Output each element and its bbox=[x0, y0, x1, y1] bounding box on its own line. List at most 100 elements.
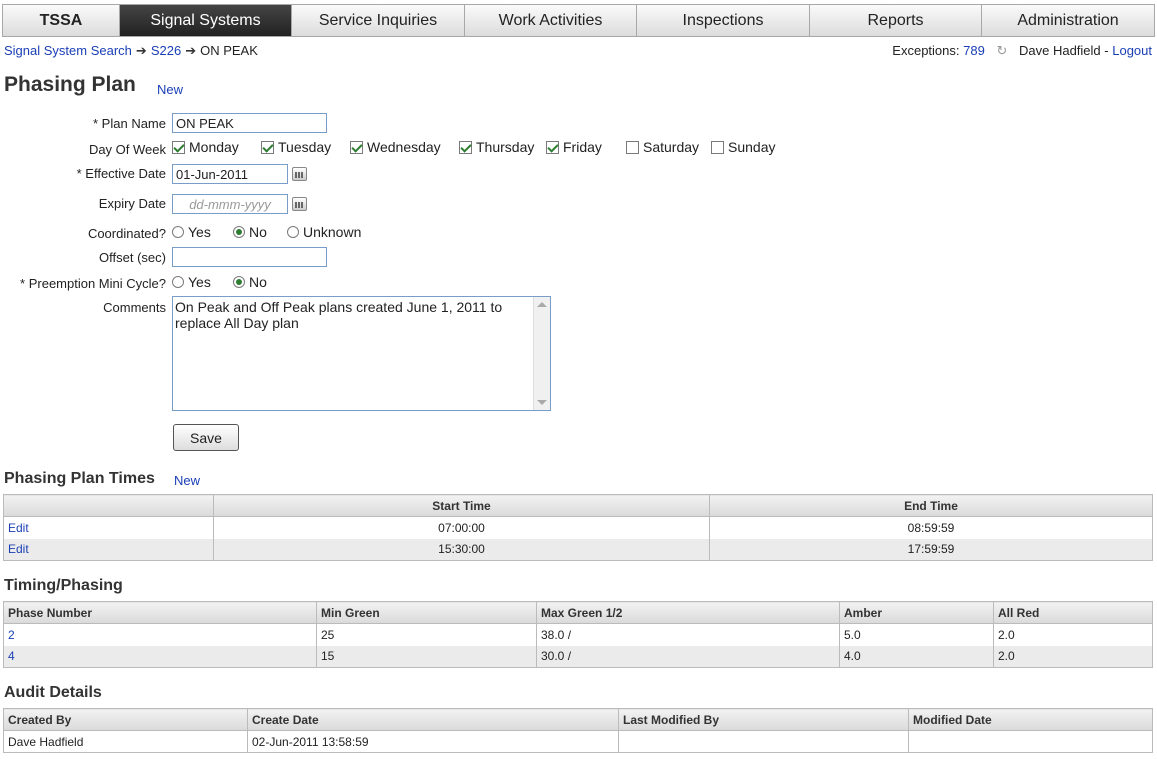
comments-textarea[interactable]: On Peak and Off Peak plans created June … bbox=[172, 296, 551, 411]
day-label: Tuesday bbox=[278, 139, 332, 155]
saturday-checkbox[interactable] bbox=[626, 140, 639, 154]
tab-service-inquiries[interactable]: Service Inquiries bbox=[292, 5, 465, 36]
preemption-no[interactable]: No bbox=[233, 274, 267, 290]
column-header-end-time[interactable]: End Time bbox=[709, 494, 1153, 517]
effective-date-calendar-icon[interactable] bbox=[292, 167, 307, 181]
plan-name-label: * Plan Name bbox=[93, 116, 166, 131]
day-label: Wednesday bbox=[367, 139, 441, 155]
day-label: Sunday bbox=[728, 139, 776, 155]
created-by-cell: Dave Hadfield bbox=[3, 730, 248, 753]
new-plan-link[interactable]: New bbox=[157, 82, 183, 97]
phase-number-link[interactable]: 2 bbox=[8, 628, 15, 642]
day-thursday[interactable]: Thursday bbox=[459, 139, 546, 155]
breadcrumb-current: ON PEAK bbox=[200, 43, 258, 58]
tab-inspections[interactable]: Inspections bbox=[637, 5, 810, 36]
max-green-cell: 38.0 / bbox=[536, 623, 840, 646]
day-friday[interactable]: Friday bbox=[546, 139, 626, 155]
wednesday-checkbox[interactable] bbox=[350, 140, 363, 154]
tuesday-checkbox[interactable] bbox=[261, 140, 274, 154]
expiry-date-input[interactable] bbox=[172, 194, 288, 214]
edit-link[interactable]: Edit bbox=[8, 521, 29, 535]
page-title: Phasing Plan bbox=[4, 73, 136, 96]
day-sunday[interactable]: Sunday bbox=[711, 139, 775, 155]
plan-times-title: Phasing Plan Times bbox=[4, 470, 155, 487]
brand-logo[interactable]: TSSA bbox=[3, 5, 120, 36]
tab-administration[interactable]: Administration bbox=[982, 5, 1154, 36]
coordinated-group: Yes No Unknown bbox=[172, 224, 361, 240]
column-header-start-time[interactable]: Start Time bbox=[213, 494, 710, 517]
option-label: Yes bbox=[188, 224, 211, 240]
coordinated-no[interactable]: No bbox=[233, 224, 287, 240]
preemption-no-radio[interactable] bbox=[233, 276, 245, 288]
thursday-checkbox[interactable] bbox=[459, 140, 472, 154]
table-row: 4 15 30.0 / 4.0 2.0 bbox=[3, 645, 1153, 668]
day-of-week-group: Monday Tuesday Wednesday Thursday Friday… bbox=[172, 139, 775, 155]
coordinated-no-radio[interactable] bbox=[233, 226, 245, 238]
column-header bbox=[3, 494, 214, 517]
breadcrumb-signal-system-search[interactable]: Signal System Search bbox=[4, 43, 132, 58]
scroll-up-icon[interactable] bbox=[537, 302, 547, 307]
column-header-created-by: Created By bbox=[3, 708, 248, 731]
column-header-max-green[interactable]: Max Green 1/2 bbox=[536, 601, 840, 624]
table-header-row: Start Time End Time bbox=[3, 494, 1153, 517]
new-plan-time-link[interactable]: New bbox=[174, 473, 200, 488]
table-row: Edit 15:30:00 17:59:59 bbox=[3, 538, 1153, 561]
breadcrumb-arrow-icon: ➔ bbox=[135, 43, 147, 58]
plan-name-input[interactable] bbox=[172, 113, 327, 133]
offset-label: Offset (sec) bbox=[99, 250, 166, 265]
day-label: Saturday bbox=[643, 139, 700, 155]
coordinated-unknown-radio[interactable] bbox=[287, 226, 299, 238]
max-green-cell: 30.0 / bbox=[536, 645, 840, 668]
effective-date-input[interactable] bbox=[172, 164, 288, 184]
day-monday[interactable]: Monday bbox=[172, 139, 261, 155]
preemption-yes-radio[interactable] bbox=[172, 276, 184, 288]
amber-cell: 5.0 bbox=[839, 623, 994, 646]
table-header-row: Phase Number Min Green Max Green 1/2 Amb… bbox=[3, 601, 1153, 624]
offset-input[interactable] bbox=[172, 247, 327, 267]
coordinated-yes[interactable]: Yes bbox=[172, 224, 233, 240]
preemption-label: * Preemption Mini Cycle? bbox=[20, 276, 166, 291]
day-tuesday[interactable]: Tuesday bbox=[261, 139, 350, 155]
day-wednesday[interactable]: Wednesday bbox=[350, 139, 459, 155]
friday-checkbox[interactable] bbox=[546, 140, 559, 154]
column-header-min-green[interactable]: Min Green bbox=[316, 601, 537, 624]
exceptions-label: Exceptions: bbox=[892, 43, 960, 58]
sunday-checkbox[interactable] bbox=[711, 140, 724, 154]
top-nav: TSSA Signal Systems Service Inquiries Wo… bbox=[2, 4, 1155, 37]
table-header-row: Created By Create Date Last Modified By … bbox=[3, 708, 1153, 731]
plan-times-table: Start Time End Time Edit 07:00:00 08:59:… bbox=[3, 494, 1153, 561]
coordinated-label: Coordinated? bbox=[87, 226, 166, 241]
edit-link[interactable]: Edit bbox=[8, 542, 29, 556]
amber-cell: 4.0 bbox=[839, 645, 994, 668]
scroll-down-icon[interactable] bbox=[537, 400, 547, 405]
expiry-date-calendar-icon[interactable] bbox=[292, 197, 307, 211]
user-name: Dave Hadfield bbox=[1018, 43, 1101, 58]
column-header-all-red[interactable]: All Red bbox=[993, 601, 1153, 624]
logout-link[interactable]: Logout bbox=[1112, 43, 1152, 58]
min-green-cell: 25 bbox=[316, 623, 537, 646]
tab-signal-systems[interactable]: Signal Systems bbox=[120, 5, 292, 36]
preemption-yes[interactable]: Yes bbox=[172, 274, 233, 290]
coordinated-yes-radio[interactable] bbox=[172, 226, 184, 238]
tab-reports[interactable]: Reports bbox=[810, 5, 982, 36]
option-label: No bbox=[249, 274, 267, 290]
tab-work-activities[interactable]: Work Activities bbox=[465, 5, 637, 36]
refresh-icon[interactable]: ↻ bbox=[996, 43, 1007, 58]
column-header-phase-number[interactable]: Phase Number bbox=[3, 601, 317, 624]
phase-number-link[interactable]: 4 bbox=[8, 649, 15, 663]
day-saturday[interactable]: Saturday bbox=[626, 139, 711, 155]
column-header-create-date: Create Date bbox=[247, 708, 619, 731]
day-of-week-label: Day Of Week bbox=[88, 142, 166, 157]
comments-scrollbar[interactable] bbox=[533, 297, 550, 410]
coordinated-unknown[interactable]: Unknown bbox=[287, 224, 361, 240]
exceptions-count-link[interactable]: 789 bbox=[963, 43, 985, 58]
save-button[interactable]: Save bbox=[173, 424, 239, 451]
column-header-amber[interactable]: Amber bbox=[839, 601, 994, 624]
day-label: Friday bbox=[563, 139, 602, 155]
monday-checkbox[interactable] bbox=[172, 140, 185, 154]
table-row: Edit 07:00:00 08:59:59 bbox=[3, 516, 1153, 539]
audit-table: Created By Create Date Last Modified By … bbox=[3, 708, 1153, 753]
day-label: Thursday bbox=[476, 139, 535, 155]
all-red-cell: 2.0 bbox=[993, 645, 1153, 668]
breadcrumb-system-id[interactable]: S226 bbox=[151, 43, 181, 58]
